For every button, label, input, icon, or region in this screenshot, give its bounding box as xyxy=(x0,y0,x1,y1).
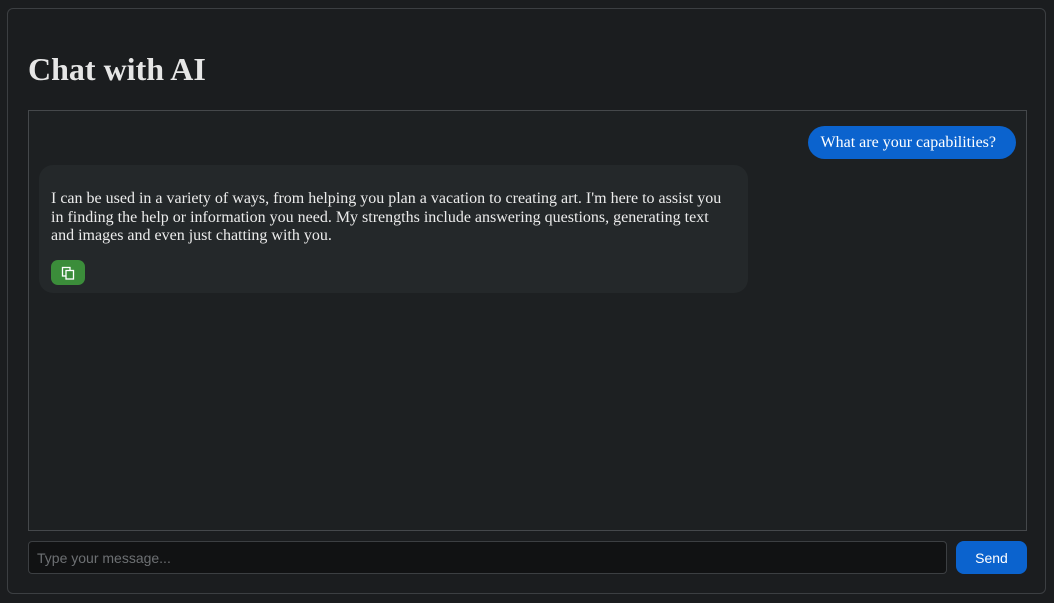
user-message-bubble: What are your capabilities? xyxy=(807,126,1016,159)
message-input[interactable] xyxy=(28,541,947,574)
copy-icon xyxy=(61,266,75,280)
assistant-message-text: I can be used in a variety of ways, from… xyxy=(51,190,722,244)
assistant-message-bubble: I can be used in a variety of ways, from… xyxy=(39,165,748,293)
send-button[interactable]: Send xyxy=(956,541,1027,574)
page-title: Chat with AI xyxy=(28,51,206,87)
message-composer: Send xyxy=(28,541,1027,575)
chat-messages-panel[interactable]: What are your capabilities? I can be use… xyxy=(28,110,1027,531)
chat-app-window: Chat with AI What are your capabilities?… xyxy=(7,8,1046,594)
copy-message-button[interactable] xyxy=(51,260,85,285)
